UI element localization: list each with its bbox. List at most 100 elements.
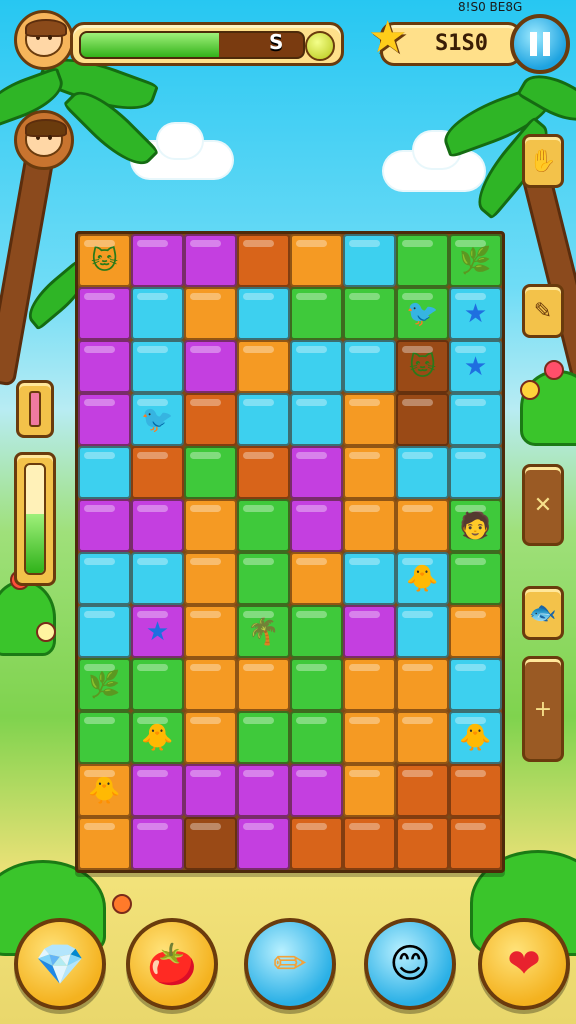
board-tile[interactable] xyxy=(184,711,237,764)
board-tile[interactable] xyxy=(131,499,184,552)
board-tile[interactable] xyxy=(184,764,237,817)
board-tile[interactable] xyxy=(78,499,131,552)
board-tile[interactable] xyxy=(396,393,449,446)
pause-button[interactable] xyxy=(510,14,570,74)
board-tile[interactable] xyxy=(396,446,449,499)
board-tile[interactable] xyxy=(184,287,237,340)
board-tile[interactable] xyxy=(131,817,184,870)
board-tile[interactable] xyxy=(343,234,396,287)
board-tile[interactable]: 🌴 xyxy=(237,605,290,658)
board-tile[interactable] xyxy=(343,605,396,658)
board-tile[interactable] xyxy=(184,234,237,287)
board-tile[interactable]: ★ xyxy=(131,605,184,658)
board-tile[interactable] xyxy=(78,340,131,393)
plus-button[interactable]: + xyxy=(522,656,564,762)
board-tile[interactable] xyxy=(290,764,343,817)
board-tile[interactable] xyxy=(396,234,449,287)
board-tile[interactable]: 🐥 xyxy=(131,711,184,764)
board-tile[interactable] xyxy=(290,658,343,711)
board-tile[interactable] xyxy=(396,658,449,711)
board-tile[interactable] xyxy=(184,340,237,393)
board-tile[interactable] xyxy=(343,340,396,393)
smiley-character-button[interactable]: 😊 xyxy=(364,918,456,1010)
board-tile[interactable] xyxy=(343,817,396,870)
board-tile[interactable] xyxy=(237,552,290,605)
board-tile[interactable]: 🐦 xyxy=(131,393,184,446)
helper-avatar[interactable] xyxy=(14,110,74,170)
board-tile[interactable] xyxy=(396,499,449,552)
board-tile[interactable] xyxy=(396,764,449,817)
board-tile[interactable] xyxy=(131,552,184,605)
board-tile[interactable] xyxy=(131,287,184,340)
board-tile[interactable] xyxy=(78,552,131,605)
board-tile[interactable] xyxy=(343,287,396,340)
board-tile[interactable] xyxy=(131,658,184,711)
board-tile[interactable] xyxy=(449,446,502,499)
board-tile[interactable] xyxy=(131,340,184,393)
pencil-side-button[interactable]: ✎ xyxy=(522,284,564,338)
board-tile[interactable] xyxy=(396,817,449,870)
heart-life-button[interactable]: ❤ xyxy=(478,918,570,1010)
board-tile[interactable] xyxy=(78,287,131,340)
board-tile[interactable] xyxy=(78,446,131,499)
board-tile[interactable] xyxy=(290,499,343,552)
board-tile[interactable] xyxy=(237,817,290,870)
board-tile[interactable] xyxy=(237,234,290,287)
board-tile[interactable]: 🧑 xyxy=(449,499,502,552)
board-tile[interactable] xyxy=(131,446,184,499)
board-tile[interactable] xyxy=(78,711,131,764)
board-tile[interactable] xyxy=(184,446,237,499)
board-tile[interactable] xyxy=(237,764,290,817)
board-tile[interactable] xyxy=(237,287,290,340)
board-tile[interactable] xyxy=(184,393,237,446)
tomato-character-button[interactable]: 🍅 xyxy=(126,918,218,1010)
board-tile[interactable] xyxy=(237,711,290,764)
board-tile[interactable] xyxy=(184,552,237,605)
board-tile[interactable] xyxy=(237,393,290,446)
board-tile[interactable] xyxy=(449,393,502,446)
board-tile[interactable] xyxy=(290,393,343,446)
board-tile[interactable] xyxy=(290,287,343,340)
board-tile[interactable]: 🐥 xyxy=(78,764,131,817)
fish-button[interactable]: 🐟 xyxy=(522,586,564,640)
board-tile[interactable] xyxy=(396,711,449,764)
heart-gem-button[interactable]: 💎 xyxy=(14,918,106,1010)
board-tile[interactable] xyxy=(290,711,343,764)
board-tile[interactable]: 🐥 xyxy=(449,711,502,764)
board-tile[interactable]: 🐦 xyxy=(396,287,449,340)
board-tile[interactable] xyxy=(343,711,396,764)
board-tile[interactable]: ★ xyxy=(449,340,502,393)
board-tile[interactable] xyxy=(396,605,449,658)
board-tile[interactable] xyxy=(290,605,343,658)
hand-tool-button[interactable]: ✋ xyxy=(522,134,564,188)
board-tile[interactable] xyxy=(131,764,184,817)
board-tile[interactable] xyxy=(343,658,396,711)
board-tile[interactable] xyxy=(184,605,237,658)
board-tile[interactable]: 🐥 xyxy=(396,552,449,605)
board-tile[interactable] xyxy=(78,817,131,870)
board-tile[interactable] xyxy=(343,552,396,605)
board-tile[interactable] xyxy=(290,234,343,287)
board-tile[interactable] xyxy=(237,340,290,393)
board-tile[interactable] xyxy=(290,446,343,499)
board-tile[interactable] xyxy=(184,658,237,711)
board-tile[interactable]: 🌿 xyxy=(78,658,131,711)
board-tile[interactable] xyxy=(449,764,502,817)
board-tile[interactable] xyxy=(343,393,396,446)
board-tile[interactable] xyxy=(449,552,502,605)
board-tile[interactable]: 🐱 xyxy=(396,340,449,393)
pencil-tool-button[interactable] xyxy=(16,380,54,438)
board-tile[interactable] xyxy=(449,658,502,711)
scroll-map-button[interactable]: ✕ xyxy=(522,464,564,546)
pencil-tool-button[interactable]: ✏ xyxy=(244,918,336,1010)
board-tile[interactable]: 🌿 xyxy=(449,234,502,287)
board-tile[interactable] xyxy=(449,605,502,658)
board-tile[interactable] xyxy=(237,658,290,711)
player-avatar[interactable] xyxy=(14,10,74,70)
board-tile[interactable] xyxy=(78,393,131,446)
board-tile[interactable] xyxy=(290,817,343,870)
board-tile[interactable]: ★ xyxy=(449,287,502,340)
board-tile[interactable] xyxy=(78,605,131,658)
board-tile[interactable]: 🐱 xyxy=(78,234,131,287)
board-tile[interactable] xyxy=(184,499,237,552)
